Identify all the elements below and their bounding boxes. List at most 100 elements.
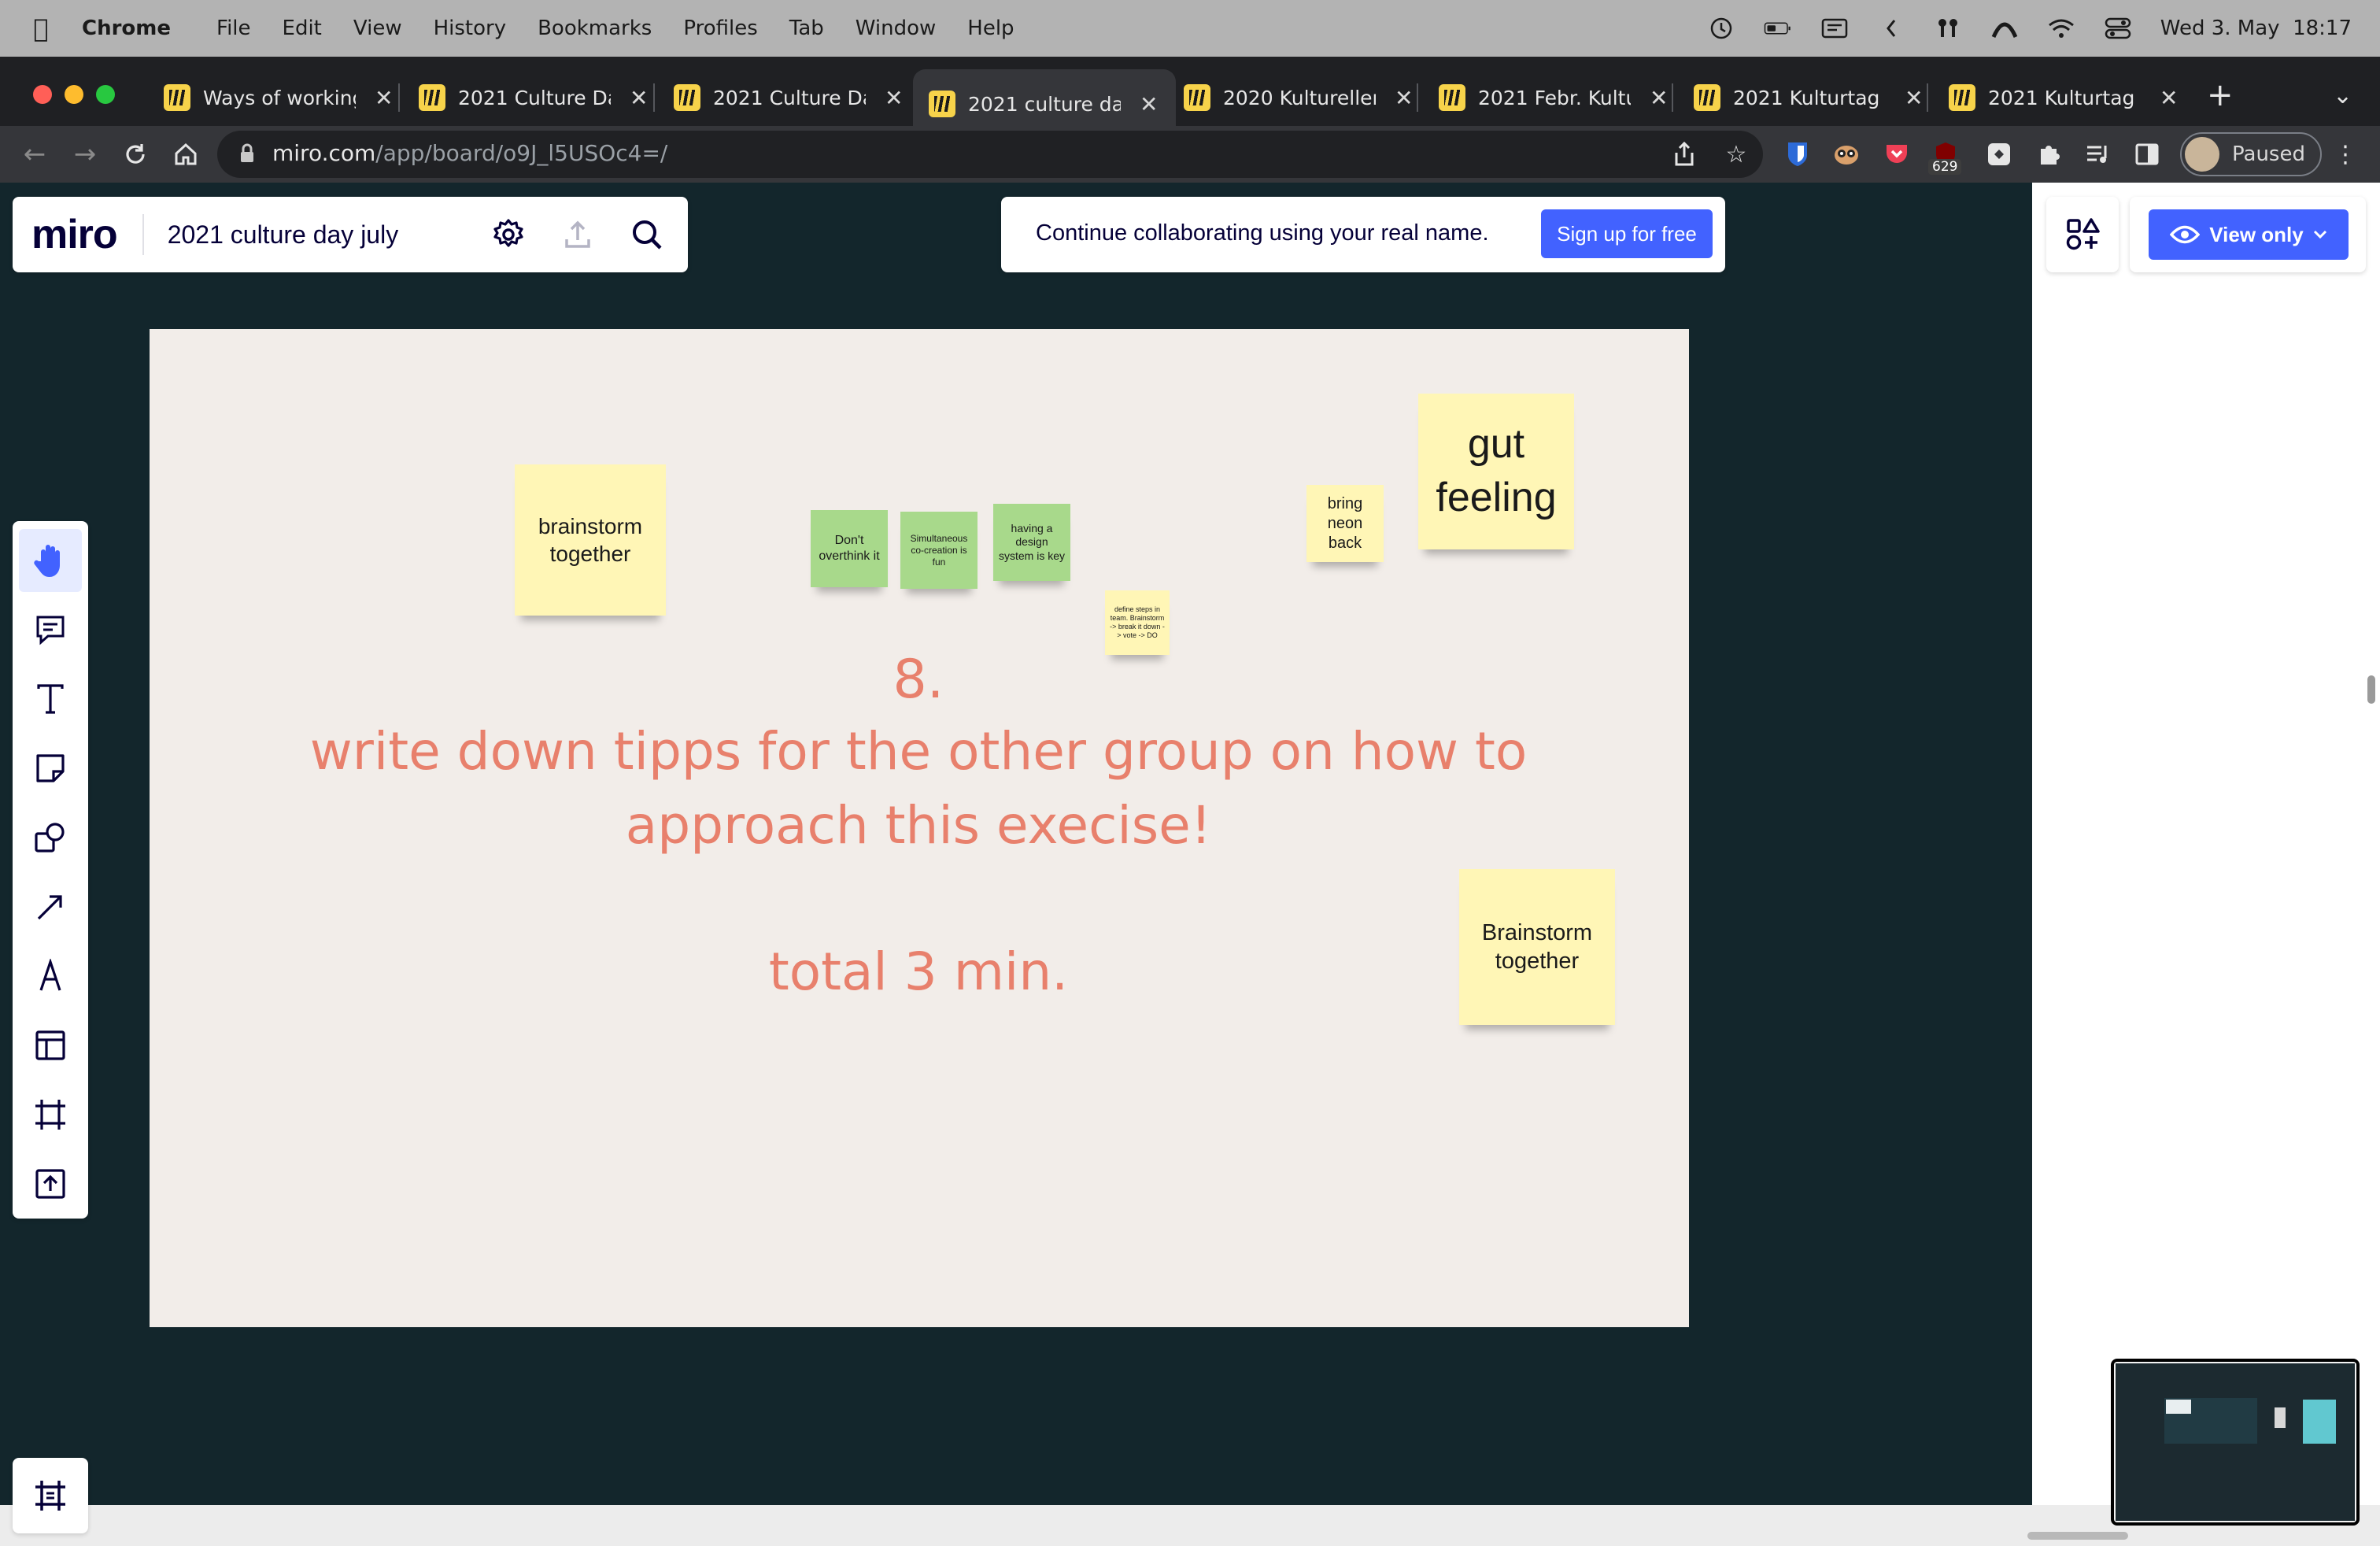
chevron-left-icon[interactable]: [1877, 14, 1905, 43]
menu-tab[interactable]: Tab: [789, 17, 824, 40]
browser-menu-icon[interactable]: ⋮: [2330, 139, 2361, 170]
apps-button[interactable]: [2046, 197, 2119, 272]
browser-tab[interactable]: Ways of working, ✕: [164, 76, 393, 120]
browser-tab[interactable]: 2021 Febr. Kultur ✕: [1439, 76, 1668, 120]
arc-icon[interactable]: [1990, 14, 2019, 43]
sticky-note-text: bring neon back: [1327, 494, 1363, 552]
tab-title: 2020 Kultureller: [1223, 86, 1376, 109]
sticky-note[interactable]: Brainstorm together: [1459, 869, 1615, 1025]
sticky-note-tool[interactable]: [19, 737, 82, 800]
sticky-note[interactable]: gut feeling: [1418, 394, 1574, 549]
miro-logo[interactable]: miro: [31, 211, 118, 258]
privacy-badger-extension-icon[interactable]: [1831, 139, 1862, 170]
menu-history[interactable]: History: [434, 17, 507, 40]
tab-title: Ways of working,: [203, 86, 356, 109]
browser-tab[interactable]: 2021 Culture Day ✕: [674, 76, 903, 120]
extensions-puzzle-icon[interactable]: [2034, 139, 2065, 170]
profile-button[interactable]: Paused: [2180, 132, 2322, 176]
window-minimize-button[interactable]: [65, 85, 83, 104]
shapes-tool[interactable]: [19, 806, 82, 869]
browser-tab[interactable]: 2021 Kulturtag Ap ✕: [1694, 76, 1923, 120]
search-icon[interactable]: [626, 214, 667, 255]
new-tab-button[interactable]: +: [2207, 77, 2234, 113]
dropbox-capture-extension-icon[interactable]: [1983, 139, 2015, 170]
pocket-extension-icon[interactable]: [1881, 139, 1913, 170]
menu-file[interactable]: File: [216, 17, 251, 40]
forward-button[interactable]: →: [66, 135, 104, 173]
tab-close-icon[interactable]: ✕: [1650, 85, 1668, 111]
tab-close-icon[interactable]: ✕: [1395, 85, 1413, 111]
export-upload-icon[interactable]: [557, 214, 598, 255]
sticky-note[interactable]: having a design system is key: [993, 504, 1070, 581]
comment-tool[interactable]: [19, 598, 82, 661]
frame-tool[interactable]: [19, 1083, 82, 1146]
bookmark-star-icon[interactable]: ☆: [1720, 139, 1752, 170]
tab-close-icon[interactable]: ✕: [375, 85, 393, 111]
view-only-label: View only: [2209, 222, 2304, 246]
text-tool[interactable]: [19, 668, 82, 730]
tab-close-icon[interactable]: ✕: [1140, 91, 1158, 117]
sticky-note[interactable]: Don't overthink it: [811, 510, 888, 587]
pen-tool[interactable]: [19, 945, 82, 1008]
banner-text: Continue collaborating using your real n…: [1036, 220, 1489, 246]
sticky-note[interactable]: brainstorm together: [515, 464, 666, 616]
tab-close-icon[interactable]: ✕: [630, 85, 648, 111]
window-close-button[interactable]: [33, 85, 52, 104]
frames-panel-button[interactable]: [13, 1458, 88, 1533]
media-controls-icon[interactable]: [2082, 139, 2114, 170]
horizontal-scrollbar-track: [0, 1505, 2380, 1546]
browser-tab[interactable]: 2021 Culture Day ✕: [419, 76, 648, 120]
wifi-icon[interactable]: [2047, 14, 2075, 43]
tab-title: 2021 Kulturtag Ap: [1733, 86, 1886, 109]
browser-tab[interactable]: 2020 Kultureller ✕: [1184, 76, 1413, 120]
menu-window[interactable]: Window: [856, 17, 937, 40]
sticky-note[interactable]: Simultaneous co-creation is fun: [900, 512, 978, 589]
menu-help[interactable]: Help: [967, 17, 1014, 40]
settings-gear-icon[interactable]: [488, 214, 529, 255]
menubar-clock[interactable]: Wed 3. May 18:17: [2160, 17, 2352, 40]
sticky-note-text: define steps in team. Brainstorm -> brea…: [1110, 605, 1165, 640]
templates-tool[interactable]: [19, 1014, 82, 1077]
sticky-note[interactable]: bring neon back: [1306, 485, 1384, 562]
vertical-scrollbar[interactable]: [2367, 675, 2375, 704]
browser-tab[interactable]: 2021 Kulturtag Ap ✕: [1949, 76, 2178, 120]
menu-edit[interactable]: Edit: [283, 17, 322, 40]
miro-favicon-icon: [674, 84, 700, 111]
menu-profiles[interactable]: Profiles: [683, 17, 757, 40]
tab-search-chevron-icon[interactable]: ⌄: [2333, 82, 2352, 109]
sticky-note[interactable]: define steps in team. Brainstorm -> brea…: [1105, 590, 1170, 655]
back-button[interactable]: ←: [16, 135, 54, 173]
hand-tool[interactable]: [19, 529, 82, 592]
menu-app-name[interactable]: Chrome: [82, 17, 171, 40]
tab-close-icon[interactable]: ✕: [885, 85, 903, 111]
connection-line-tool[interactable]: [19, 875, 82, 938]
share-icon[interactable]: [1669, 139, 1700, 170]
tab-close-icon[interactable]: ✕: [1905, 85, 1923, 111]
view-only-button[interactable]: View only: [2149, 209, 2349, 260]
board-title[interactable]: 2021 culture day july: [168, 220, 399, 250]
bitwarden-extension-icon[interactable]: [1782, 139, 1813, 170]
horizontal-scrollbar[interactable]: [2027, 1532, 2128, 1540]
tab-close-icon[interactable]: ✕: [2160, 85, 2178, 111]
battery-icon[interactable]: [1764, 14, 1792, 43]
display-icon[interactable]: [1820, 14, 1849, 43]
lock-icon[interactable]: [239, 143, 255, 164]
reload-button[interactable]: [116, 135, 154, 173]
home-button[interactable]: [167, 135, 205, 173]
window-zoom-button[interactable]: [96, 85, 115, 104]
menu-bookmarks[interactable]: Bookmarks: [538, 17, 652, 40]
control-center-icon[interactable]: [2104, 14, 2132, 43]
frames-list-icon: [35, 1481, 65, 1511]
airpods-icon[interactable]: [1934, 14, 1962, 43]
menu-view[interactable]: View: [353, 17, 402, 40]
sticky-note-text: Simultaneous co-creation is fun: [910, 532, 968, 568]
time-machine-icon[interactable]: [1707, 14, 1735, 43]
sign-up-button[interactable]: Sign up for free: [1541, 209, 1713, 258]
side-panel-icon[interactable]: [2131, 139, 2163, 170]
right-panel: [2032, 183, 2380, 1505]
board-minimap[interactable]: [2111, 1359, 2360, 1526]
profile-status: Paused: [2232, 142, 2305, 166]
url-text[interactable]: miro.com/app/board/o9J_l5USOc4=/: [272, 140, 667, 166]
apple-icon[interactable]: : [0, 13, 82, 43]
upload-tool[interactable]: [19, 1152, 82, 1215]
